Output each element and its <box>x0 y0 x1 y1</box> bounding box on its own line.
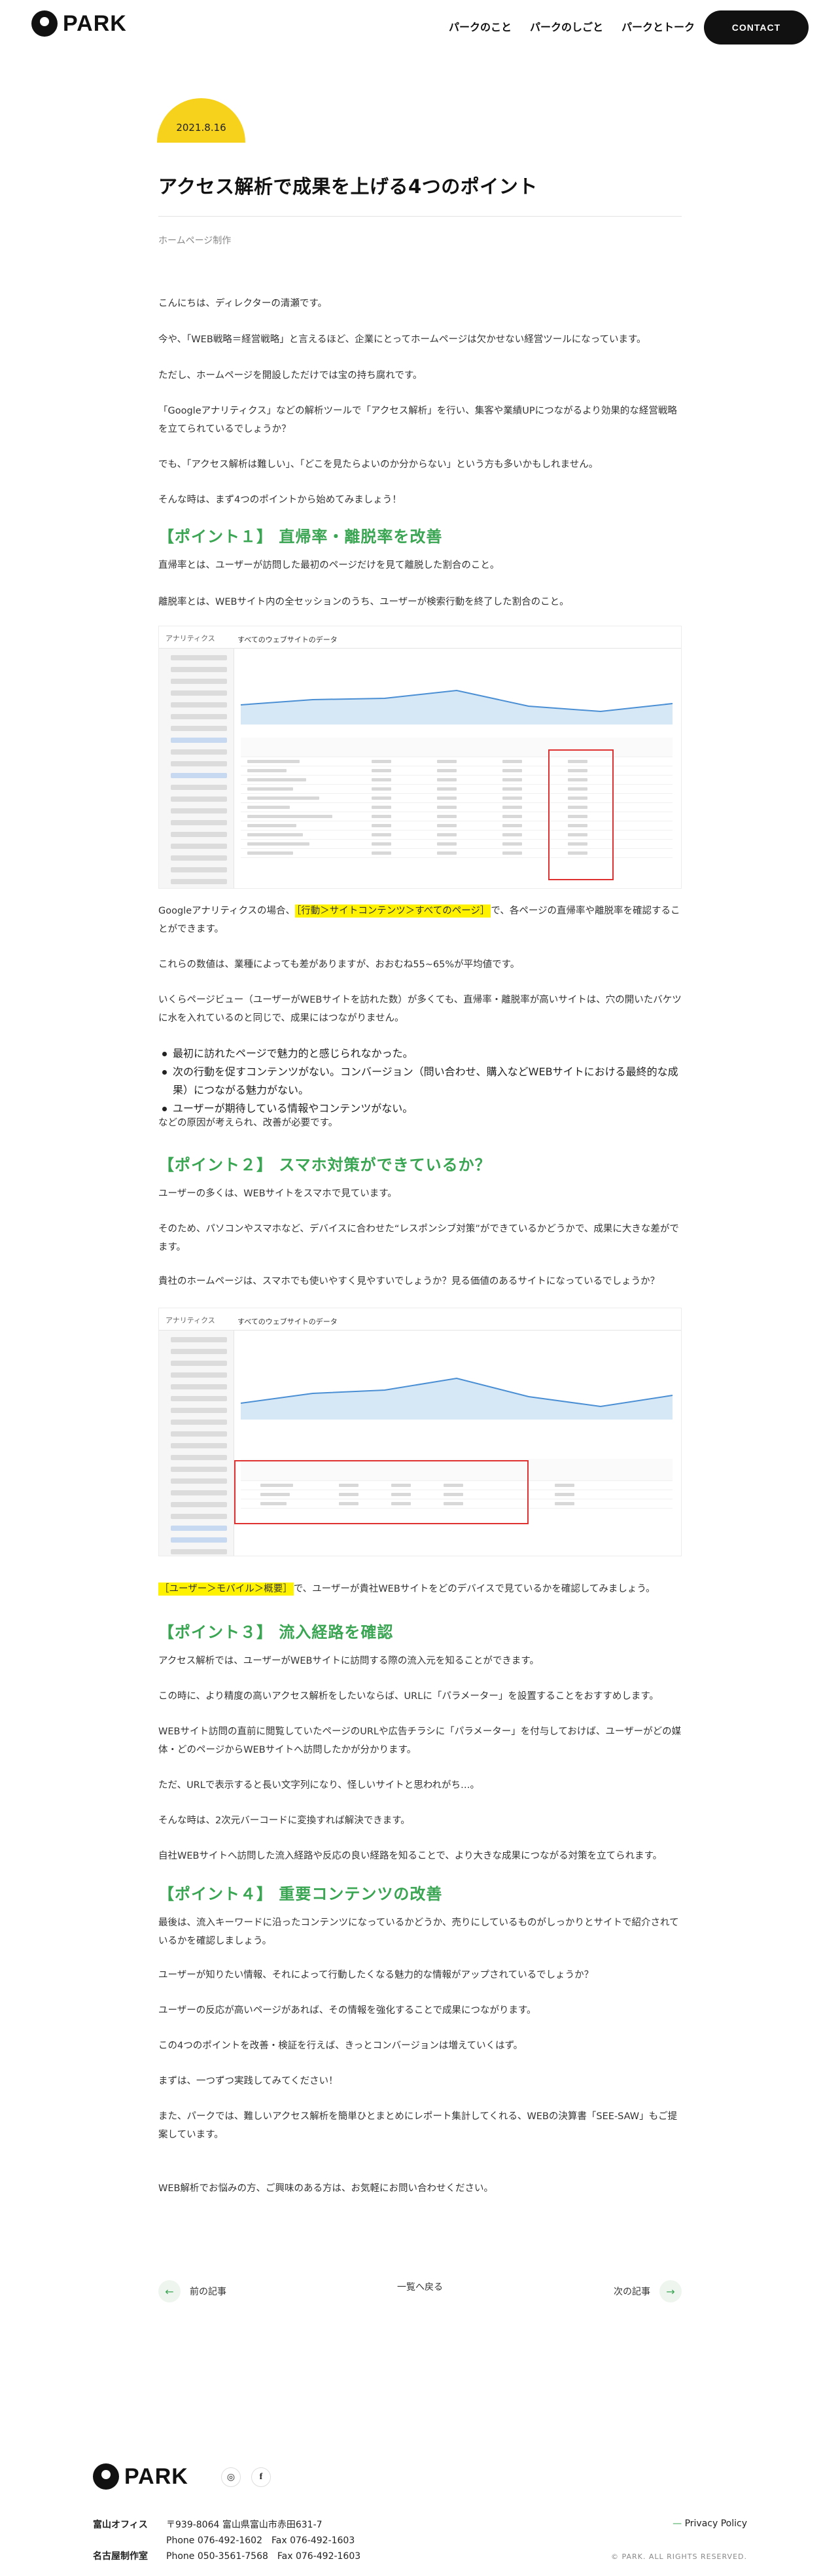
paragraph: そんな時は、2次元バーコードに変換すれば解決できます。 <box>158 1816 410 1826</box>
paragraph: WEBサイト訪問の直前に閲覧していたページのURLや広告チラシに「パラメーター」… <box>158 1726 682 1755</box>
prev-post-link[interactable]: ← 前の記事 <box>158 2280 226 2302</box>
privacy-policy-link[interactable]: Privacy Policy <box>673 2518 747 2529</box>
instagram-icon[interactable]: ◎ <box>221 2467 241 2487</box>
site-header: PARK パークのこと パークのしごと パークとトーク CONTACT <box>0 0 840 55</box>
paragraph: 直帰率とは、ユーザーが訪問した最初のページだけを見て離脱した割合のこと。 <box>158 560 500 571</box>
paragraph: ユーザーの反応が高いページがあれば、その情報を強化することで成果につながります。 <box>158 2005 536 2016</box>
next-label: 次の記事 <box>614 2287 650 2297</box>
site-logo[interactable]: PARK <box>31 10 127 37</box>
next-post-link[interactable]: 次の記事 → <box>614 2280 682 2302</box>
nav-works[interactable]: パークのしごと <box>530 18 603 34</box>
ga-site-name: すべてのウェブサイトのデータ <box>237 1317 338 1326</box>
section-heading-3: 【ポイント３】 流入経路を確認 <box>158 1623 394 1641</box>
ga-brand: アナリティクス <box>166 634 215 643</box>
paragraph: また、パークでは、難しいアクセス解析を簡単ひとまとめにレポート集計してくれる、W… <box>158 2111 678 2140</box>
office-phone: Phone 050-3561-7568 Fax 076-492-1603 <box>166 2551 361 2562</box>
list-item: 次の行動を促すコンテンツがない。コンバージョン（問い合わせ、購入などWEBサイト… <box>158 1063 682 1100</box>
main-nav: パークのこと パークのしごと パークとトーク <box>449 18 695 34</box>
copyright: © PARK. ALL RIGHTS RESERVED. <box>611 2552 747 2561</box>
paragraph: ただし、ホームページを開設しただけでは宝の持ち腐れです。 <box>158 370 423 381</box>
paragraph: WEB解析でお悩みの方、ご興味のある方は、お気軽にお問い合わせください。 <box>158 2183 493 2194</box>
prev-label: 前の記事 <box>190 2287 226 2297</box>
ga-line-chart <box>241 689 673 724</box>
ga-topbar: アナリティクス すべてのウェブサイトのデータ <box>159 1308 681 1331</box>
paragraph: そのため、パソコンやスマホなど、デバイスに合わせた“レスポンシブ対策”ができてい… <box>158 1224 679 1253</box>
paragraph: などの原因が考えられ、改善が必要です。 <box>158 1118 338 1128</box>
office-phone: Phone 076-492-1602 Fax 076-492-1603 <box>166 2535 355 2546</box>
date-badge: 2021.8.16 <box>157 98 245 143</box>
ga-sidebar <box>159 1331 234 1556</box>
post-title: アクセス解析で成果を上げる4つのポイント <box>158 175 538 198</box>
logo-text: PARK <box>63 10 127 36</box>
nav-about[interactable]: パークのこと <box>449 18 512 34</box>
paragraph: 今や、「WEB戦略＝経営戦略」と言えるほど、企業にとってホームページは欠かせない… <box>158 334 646 345</box>
facebook-icon[interactable]: f <box>251 2467 271 2487</box>
paragraph: いくらページビュー（ユーザーがWEBサイトを訪れた数）が多くても、直帰率・離脱率… <box>158 995 682 1024</box>
paragraph: 「Googleアナリティクス」などの解析ツールで「アクセス解析」を行い、集客や業… <box>158 406 677 435</box>
menu-path-highlight: ［ユーザー＞モバイル＞概要］ <box>158 1583 294 1596</box>
cause-list: 最初に訪れたページで魅力的と感じられなかった。 次の行動を促すコンテンツがない。… <box>158 1045 682 1118</box>
ga-brand: アナリティクス <box>166 1316 215 1325</box>
footer-logo[interactable]: PARK <box>93 2463 188 2490</box>
paragraph: 最後は、流入キーワードに沿ったコンテンツになっているかどうか、売りにしているもの… <box>158 1918 679 1946</box>
menu-path-highlight: ［行動＞サイトコンテンツ＞すべてのページ］ <box>295 904 491 918</box>
ga-line-chart <box>241 1377 673 1420</box>
office-nagoya: 名古屋制作室 Phone 050-3561-7568 Fax 076-492-16… <box>93 2549 360 2564</box>
paragraph: これらの数値は、業種によっても差がありますが、おおむね55~65%が平均値です。 <box>158 959 520 970</box>
paragraph: ユーザーが知りたい情報、それによって行動したくなる魅力的な情報がアップされている… <box>158 1970 594 1980</box>
back-to-list-link[interactable]: 一覧へ戻る <box>158 2280 682 2293</box>
footer-logo-text: PARK <box>124 2463 188 2489</box>
arrow-right-icon: → <box>659 2280 682 2302</box>
paragraph: 貴社のホームページは、スマホでも使いやすく見やすいでしょうか？見る価値のあるサイ… <box>158 1276 660 1287</box>
office-name: 富山オフィス <box>93 2520 148 2530</box>
contact-button[interactable]: CONTACT <box>704 10 809 45</box>
nav-talk[interactable]: パークとトーク <box>621 18 695 34</box>
ga-topbar: アナリティクス すべてのウェブサイトのデータ <box>159 626 681 649</box>
paragraph: そんな時は、まず4つのポイントから始めてみましょう！ <box>158 495 402 505</box>
section-heading-1: 【ポイント１】 直帰率・離脱率を改善 <box>158 528 443 546</box>
section-heading-2: 【ポイント２】 スマホ対策ができているか？ <box>158 1156 491 1174</box>
office-toyama: 富山オフィス 〒939-8064 富山県富山市赤田631-7 Phone 076-… <box>93 2517 355 2549</box>
category-link[interactable]: ホームページ制作 <box>158 234 231 247</box>
ga-site-name: すべてのウェブサイトのデータ <box>237 635 338 644</box>
highlight-box <box>548 749 614 880</box>
highlight-box <box>234 1460 529 1524</box>
arrow-left-icon: ← <box>158 2280 181 2302</box>
analytics-screenshot-mobile: アナリティクス すべてのウェブサイトのデータ <box>158 1308 682 1556</box>
analytics-screenshot-pages: アナリティクス すべてのウェブサイトのデータ <box>158 626 682 889</box>
office-name: 名古屋制作室 <box>93 2551 148 2562</box>
paragraph: この時に、より精度の高いアクセス解析をしたいならば、URLに「パラメーター」を設… <box>158 1691 659 1702</box>
paragraph: Googleアナリティクスの場合、 ［行動＞サイトコンテンツ＞すべてのページ］ で、… <box>158 904 680 935</box>
paragraph: 自社WEBサイトへ訪問した流入経路や反応の良い経路を知ることで、より大きな成果に… <box>158 1851 663 1861</box>
paragraph: こんにちは、ディレクターの清瀬です。 <box>158 298 327 309</box>
paragraph: この4つのポイントを改善・検証を行えば、きっとコンバージョンは増えていくはず。 <box>158 2041 523 2051</box>
office-address: 〒939-8064 富山県富山市赤田631-7 <box>166 2520 323 2530</box>
logo-mark-icon <box>93 2463 119 2490</box>
list-item: 最初に訪れたページで魅力的と感じられなかった。 <box>158 1045 682 1063</box>
paragraph: 離脱率とは、WEBサイト内の全セッションのうち、ユーザーが検索行動を終了した割合… <box>158 597 569 607</box>
paragraph: ただ、URLで表示すると長い文字列になり、怪しいサイトと思われがち…。 <box>158 1780 480 1791</box>
paragraph: ［ユーザー＞モバイル＞概要］ で、ユーザーが貴社WEBサイトをどのデバイスで見てい… <box>158 1583 656 1596</box>
paragraph: アクセス解析では、ユーザーがWEBサイトに訪問する際の流入元を知ることができます… <box>158 1656 539 1666</box>
section-heading-4: 【ポイント４】 重要コンテンツの改善 <box>158 1885 443 1903</box>
paragraph: でも、「アクセス解析は難しい」、「どこを見たらよいのか分からない」という方も多い… <box>158 459 599 470</box>
post-pager: 一覧へ戻る ← 前の記事 次の記事 → <box>158 2280 682 2306</box>
ga-sidebar <box>159 649 234 888</box>
logo-mark-icon <box>31 10 58 37</box>
title-divider <box>158 216 682 217</box>
paragraph: まずは、一つずつ実践してみてください！ <box>158 2076 338 2086</box>
paragraph: ユーザーの多くは、WEBサイトをスマホで見ています。 <box>158 1189 397 1199</box>
